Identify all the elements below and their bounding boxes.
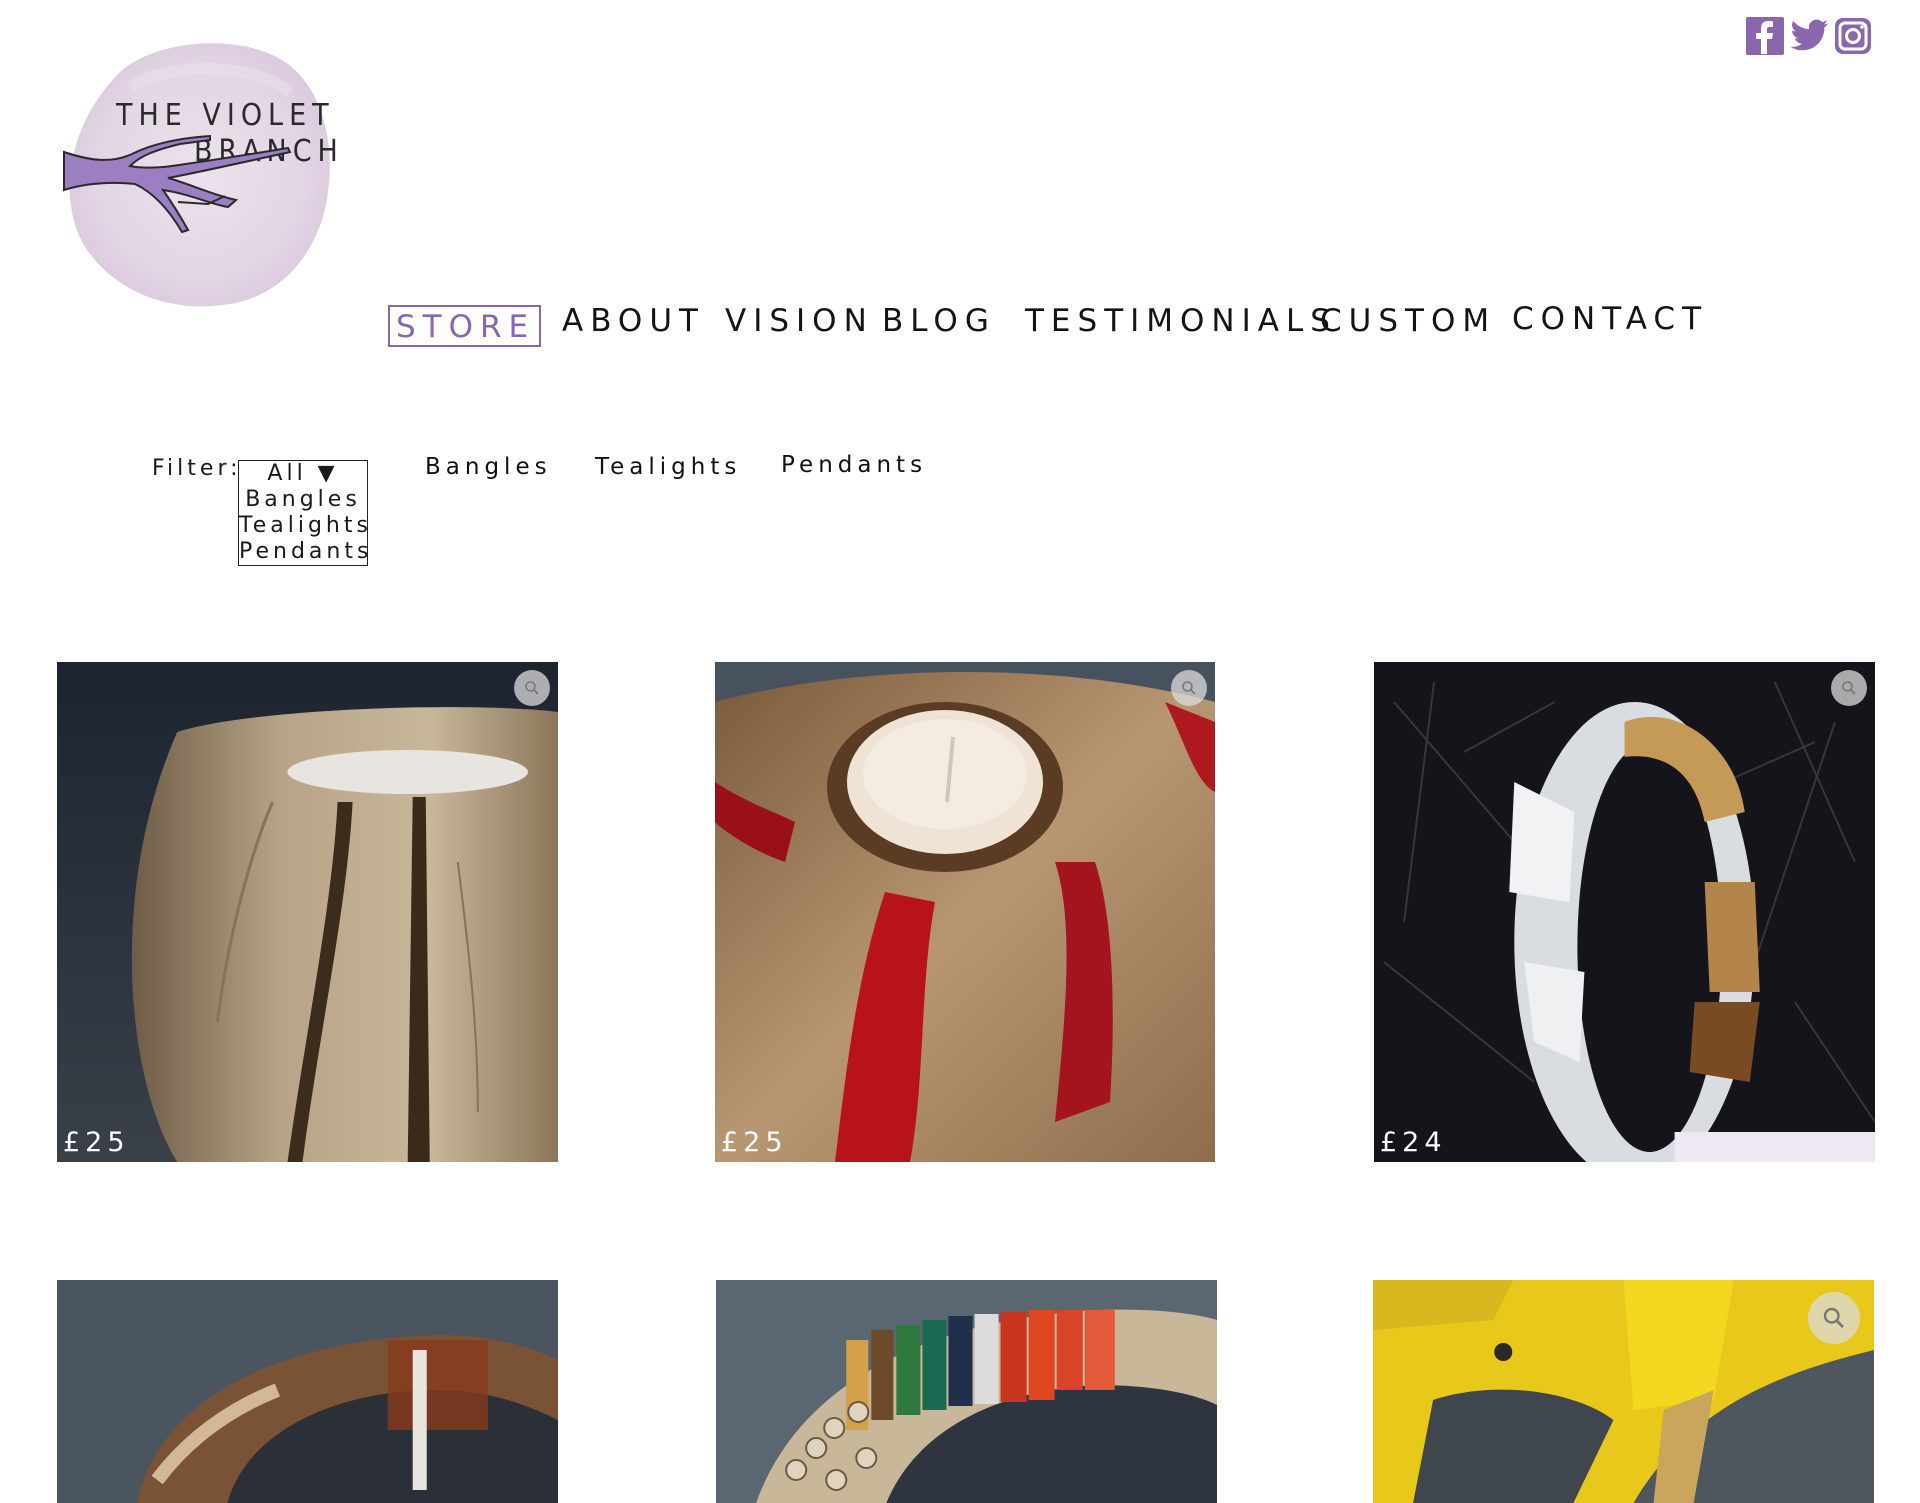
product-image[interactable]	[57, 662, 558, 1162]
nav-blog[interactable]: BLOG	[882, 303, 996, 339]
facebook-icon[interactable]	[1745, 16, 1785, 56]
product-card[interactable]	[57, 1280, 558, 1503]
product-image[interactable]	[1373, 1280, 1874, 1503]
instagram-icon[interactable]	[1833, 16, 1873, 56]
product-image[interactable]	[716, 1280, 1217, 1503]
nav-vision[interactable]: VISION	[725, 303, 874, 339]
product-price: £24	[1380, 1127, 1447, 1158]
nav-store[interactable]: STORE	[388, 305, 542, 347]
nav-testimonials[interactable]: TESTIMONIALS	[1025, 303, 1337, 339]
zoom-button[interactable]	[514, 670, 550, 706]
product-price: £25	[721, 1127, 788, 1158]
nav-custom[interactable]: CUSTOM	[1320, 303, 1496, 339]
product-price: £25	[63, 1127, 130, 1158]
site-logo[interactable]: THE VIOLET BRANCH	[60, 32, 340, 312]
nav-about[interactable]: ABOUT	[562, 303, 705, 339]
branch-icon	[63, 134, 292, 234]
product-card[interactable]	[716, 1280, 1217, 1503]
filter-select[interactable]: All ▼ Bangles Tealights Pendants	[238, 460, 368, 566]
product-card[interactable]: £25	[57, 662, 558, 1162]
twitter-icon[interactable]	[1789, 16, 1829, 56]
zoom-icon	[1823, 1307, 1844, 1328]
zoom-button[interactable]	[1831, 670, 1867, 706]
filter-option-pendants[interactable]: Pendants	[239, 539, 368, 565]
filter-link-pendants[interactable]: Pendants	[781, 452, 927, 478]
product-card[interactable]: £24	[1374, 662, 1875, 1162]
product-image[interactable]	[1374, 662, 1875, 1162]
filter-option-bangles[interactable]: Bangles	[239, 487, 367, 513]
filter-link-bangles[interactable]: Bangles	[425, 454, 552, 480]
filter-option-tealights[interactable]: Tealights	[239, 513, 368, 539]
product-card[interactable]	[1373, 1280, 1874, 1503]
product-image[interactable]	[715, 662, 1215, 1162]
zoom-button[interactable]	[1171, 670, 1207, 706]
filter-selected-value[interactable]: All ▼	[239, 461, 367, 487]
zoom-icon	[525, 681, 539, 695]
product-card[interactable]: £25	[715, 662, 1215, 1162]
product-image[interactable]	[57, 1280, 558, 1503]
zoom-icon	[1182, 681, 1196, 695]
filter-label: Filter:	[152, 456, 242, 481]
nav-contact[interactable]: CONTACT	[1512, 301, 1708, 337]
filter-link-tealights[interactable]: Tealights	[595, 454, 741, 480]
social-links	[1745, 16, 1873, 56]
zoom-icon	[1842, 681, 1856, 695]
zoom-button[interactable]	[1808, 1292, 1860, 1344]
